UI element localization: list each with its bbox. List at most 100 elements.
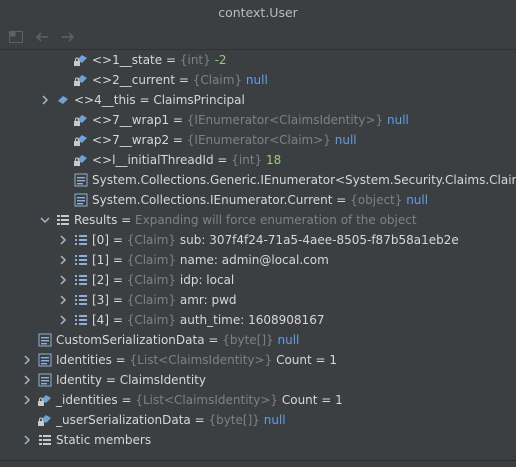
variable-value: amr: pwd (179, 293, 237, 307)
tree-row[interactable]: [3] = {Claim} amr: pwd (0, 290, 516, 310)
equals-sign: = (109, 313, 127, 327)
expand-arrow-icon[interactable] (56, 310, 70, 330)
equals-sign: = (169, 133, 187, 147)
tree-row[interactable]: Results = Expanding will force enumerati… (0, 210, 516, 230)
variable-name: [0] (92, 233, 109, 247)
tree-row[interactable]: Static members (0, 430, 516, 450)
equals-sign: = (109, 253, 127, 267)
variable-type: {Claim} (126, 273, 180, 287)
field-lock-icon (73, 112, 89, 128)
tree-row[interactable]: _userSerializationData = {byte[]} null (0, 410, 516, 430)
field-lock-icon (37, 412, 53, 428)
equals-sign: = (109, 293, 127, 307)
toolbar (0, 25, 516, 50)
variable-type: {byte[]} (222, 333, 278, 347)
field-lock-icon (73, 152, 89, 168)
variable-name: Identity (56, 373, 102, 387)
equals-sign: = (190, 413, 209, 427)
equals-sign: = (213, 153, 232, 167)
equals-sign: = (102, 373, 120, 387)
variable-type: {object} (350, 193, 407, 207)
equals-sign: = (117, 213, 136, 227)
variable-value: Count = 1 (276, 353, 338, 367)
variable-value: -2 (214, 53, 227, 67)
field-icon (55, 92, 71, 108)
variable-name: <>7__wrap2 (92, 133, 170, 147)
variable-type: {Claim} (126, 233, 180, 247)
property-icon (37, 372, 53, 388)
tree-row[interactable]: CustomSerializationData = {byte[]} null (0, 330, 516, 350)
variable-value: Count = 1 (281, 393, 343, 407)
layout-icon[interactable] (8, 29, 24, 45)
variable-type: {Claim} (126, 313, 180, 327)
field-lock-icon (73, 52, 89, 68)
array-item-icon (73, 312, 89, 328)
variable-name: [2] (92, 273, 109, 287)
variable-value: ClaimsPrincipal (153, 93, 245, 107)
tree-row[interactable]: <>1__state = {int} -2 (0, 50, 516, 70)
tree-row[interactable]: <>l__initialThreadId = {int} 18 (0, 150, 516, 170)
expand-arrow-icon[interactable] (38, 90, 52, 110)
variable-value: name: admin@local.com (179, 253, 329, 267)
tree-row[interactable]: System.Collections.Generic.IEnumerator<S… (0, 170, 516, 190)
equals-sign: = (175, 73, 193, 87)
collapse-arrow-icon[interactable] (38, 210, 52, 230)
variable-value: auth_time: 1608908167 (179, 313, 325, 327)
variable-type: {int} (179, 53, 215, 67)
expand-arrow-icon[interactable] (56, 270, 70, 290)
expand-arrow-icon[interactable] (20, 370, 34, 390)
tree-row[interactable]: System.Collections.IEnumerator.Current =… (0, 190, 516, 210)
variable-type: {byte[]} (208, 413, 264, 427)
window-bottom-edge (0, 460, 516, 467)
tree-row[interactable]: _identities = {List<ClaimsIdentity>} Cou… (0, 390, 516, 410)
variable-name: <>1__state (92, 53, 163, 67)
variable-name: <>4__this (74, 93, 136, 107)
back-arrow-icon[interactable] (34, 29, 50, 45)
equals-sign: = (332, 193, 351, 207)
expand-arrow-icon[interactable] (20, 390, 34, 410)
forward-arrow-icon[interactable] (60, 29, 76, 45)
tree-row[interactable]: [4] = {Claim} auth_time: 1608908167 (0, 310, 516, 330)
tree-row[interactable]: <>4__this = ClaimsPrincipal (0, 90, 516, 110)
equals-sign: = (109, 273, 127, 287)
variable-type: {IEnumerator<ClaimsIdentity>} (186, 113, 387, 127)
expand-arrow-icon[interactable] (20, 350, 34, 370)
variable-name: [3] (92, 293, 109, 307)
tree-row[interactable]: <>2__current = {Claim} null (0, 70, 516, 90)
variable-type: {Claim} (192, 73, 246, 87)
variable-name: System.Collections.Generic.IEnumerator<S… (92, 173, 516, 187)
equals-sign: = (135, 93, 154, 107)
property-icon (37, 332, 53, 348)
variable-value: null (277, 333, 300, 347)
tree-row[interactable]: Identities = {List<ClaimsIdentity>} Coun… (0, 350, 516, 370)
variable-value: null (334, 133, 357, 147)
variable-name: <>l__initialThreadId (92, 153, 214, 167)
variable-name: Identities (56, 353, 112, 367)
tree-row[interactable]: [0] = {Claim} sub: 307f4f24-71a5-4aee-85… (0, 230, 516, 250)
array-item-icon (73, 252, 89, 268)
tree-row[interactable]: [2] = {Claim} idp: local (0, 270, 516, 290)
expand-arrow-icon[interactable] (56, 230, 70, 250)
tree-row[interactable]: <>7__wrap2 = {IEnumerator<Claim>} null (0, 130, 516, 150)
tree-row[interactable]: <>7__wrap1 = {IEnumerator<ClaimsIdentity… (0, 110, 516, 130)
equals-sign: = (117, 393, 136, 407)
variables-tree: <>1__state = {int} -2 <>2__current = {Cla… (0, 50, 516, 460)
tree-row[interactable]: [1] = {Claim} name: admin@local.com (0, 250, 516, 270)
variable-type: {Claim} (126, 293, 180, 307)
equals-sign: = (111, 353, 130, 367)
expand-arrow-icon[interactable] (56, 250, 70, 270)
property-icon (73, 172, 89, 188)
expand-arrow-icon[interactable] (20, 430, 34, 450)
expand-arrow-icon[interactable] (56, 290, 70, 310)
variable-type: {IEnumerator<Claim>} (186, 133, 335, 147)
equals-sign: = (204, 333, 223, 347)
tree-row[interactable]: Identity = ClaimsIdentity (0, 370, 516, 390)
variable-value: idp: local (179, 273, 235, 287)
static-members-icon (37, 432, 53, 448)
